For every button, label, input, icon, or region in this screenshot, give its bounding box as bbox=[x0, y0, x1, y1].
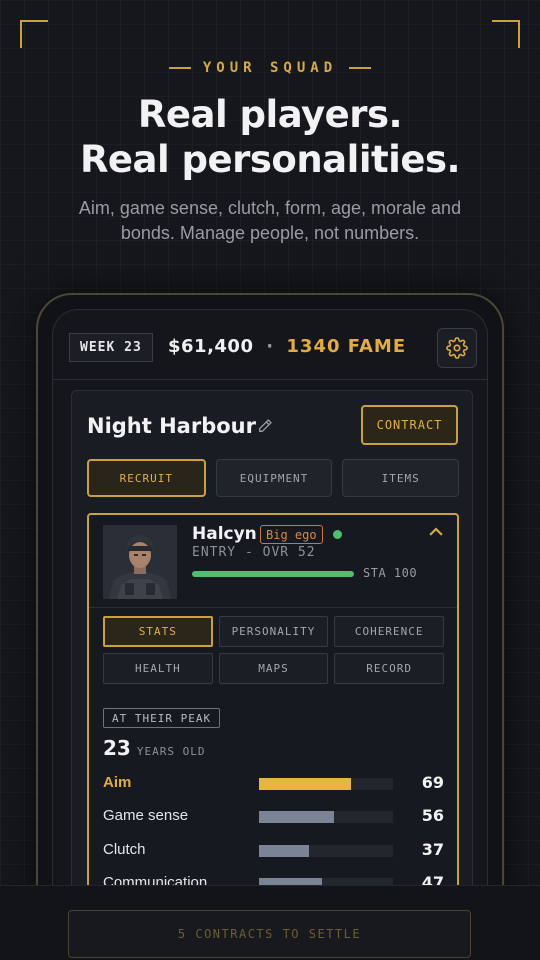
top-bar: WEEK 23 $61,400 · 1340 FAME bbox=[53, 310, 487, 380]
age-value: 23 bbox=[103, 736, 131, 760]
online-status-dot bbox=[333, 530, 342, 539]
stat-fill bbox=[259, 845, 309, 857]
subtab-stats[interactable]: STATS bbox=[103, 616, 213, 647]
trait-badge: Big ego bbox=[260, 525, 323, 544]
stat-name: Clutch bbox=[103, 841, 146, 858]
stat-bar bbox=[259, 811, 393, 823]
headline-line-1: Real players. bbox=[137, 93, 403, 136]
age-label: YEARS OLD bbox=[136, 745, 206, 758]
hero-headline: Real players. Real personalities. bbox=[0, 92, 540, 182]
player-subtabs: STATS PERSONALITY COHERENCE HEALTH MAPS … bbox=[103, 616, 444, 684]
section-eyebrow: YOUR SQUAD bbox=[0, 60, 540, 76]
stamina-label: STA 100 bbox=[363, 566, 418, 580]
gear-icon bbox=[446, 337, 468, 359]
team-card: Night Harbour CONTRACT RECRUIT EQUIPMENT… bbox=[71, 390, 473, 960]
frame-corner-top-left bbox=[20, 20, 48, 48]
money-fame-separator: · bbox=[266, 336, 274, 357]
tab-recruit[interactable]: RECRUIT bbox=[87, 459, 206, 497]
contract-button[interactable]: CONTRACT bbox=[361, 405, 458, 445]
settings-button[interactable] bbox=[437, 328, 477, 368]
soldier-avatar-icon bbox=[103, 525, 177, 599]
fame-value: 1340 FAME bbox=[286, 336, 407, 357]
week-badge: WEEK 23 bbox=[69, 333, 153, 362]
eyebrow-text: YOUR SQUAD bbox=[202, 60, 338, 76]
app-screen: WEEK 23 $61,400 · 1340 FAME Night Harbou… bbox=[52, 309, 488, 960]
player-name: Halcyn bbox=[192, 524, 257, 544]
subtab-record[interactable]: RECORD bbox=[334, 653, 444, 684]
pencil-icon[interactable] bbox=[257, 418, 273, 434]
subtab-maps[interactable]: MAPS bbox=[218, 653, 329, 684]
hero-subtitle: Aim, game sense, clutch, form, age, mora… bbox=[78, 198, 462, 243]
tab-items[interactable]: ITEMS bbox=[342, 459, 460, 497]
stat-name: Aim bbox=[103, 774, 132, 791]
stamina-fill bbox=[192, 571, 354, 577]
settle-contracts-button[interactable]: 5 CONTRACTS TO SETTLE bbox=[68, 910, 471, 958]
subtab-health[interactable]: HEALTH bbox=[103, 653, 213, 684]
chevron-up-icon[interactable] bbox=[427, 523, 445, 541]
frame-corner-top-right bbox=[492, 20, 520, 48]
main-tabs: RECRUIT EQUIPMENT ITEMS bbox=[87, 459, 460, 497]
money-display: $61,400 · 1340 FAME bbox=[168, 336, 406, 357]
subtab-personality[interactable]: PERSONALITY bbox=[218, 616, 329, 647]
player-role: ENTRY - OVR 52 bbox=[192, 545, 316, 560]
stat-bar bbox=[259, 778, 393, 790]
stat-bar bbox=[259, 845, 393, 857]
stat-value: 37 bbox=[421, 840, 444, 859]
player-portrait bbox=[103, 525, 177, 599]
stat-row-clutch: Clutch 37 bbox=[103, 839, 444, 861]
subtab-coherence[interactable]: COHERENCE bbox=[334, 616, 444, 647]
stamina-bar bbox=[192, 571, 354, 577]
player-divider bbox=[89, 607, 457, 608]
stat-value: 69 bbox=[421, 773, 444, 792]
tab-equipment[interactable]: EQUIPMENT bbox=[215, 459, 333, 497]
stat-fill bbox=[259, 811, 335, 823]
peak-badge: AT THEIR PEAK bbox=[103, 708, 221, 728]
stat-name: Game sense bbox=[103, 807, 189, 824]
stat-row-aim: Aim 69 bbox=[103, 772, 444, 794]
stat-value: 56 bbox=[421, 806, 444, 825]
stat-row-game-sense: Game sense 56 bbox=[103, 805, 444, 827]
team-name: Night Harbour bbox=[87, 414, 256, 438]
eyebrow-line-left bbox=[168, 67, 191, 69]
money-value: $61,400 bbox=[168, 336, 254, 357]
stat-fill bbox=[259, 778, 352, 790]
eyebrow-line-right bbox=[349, 67, 372, 69]
phone-frame: WEEK 23 $61,400 · 1340 FAME Night Harbou… bbox=[36, 293, 504, 960]
player-age: 23 YEARS OLD bbox=[103, 736, 205, 760]
headline-line-2: Real personalities. bbox=[79, 138, 461, 181]
